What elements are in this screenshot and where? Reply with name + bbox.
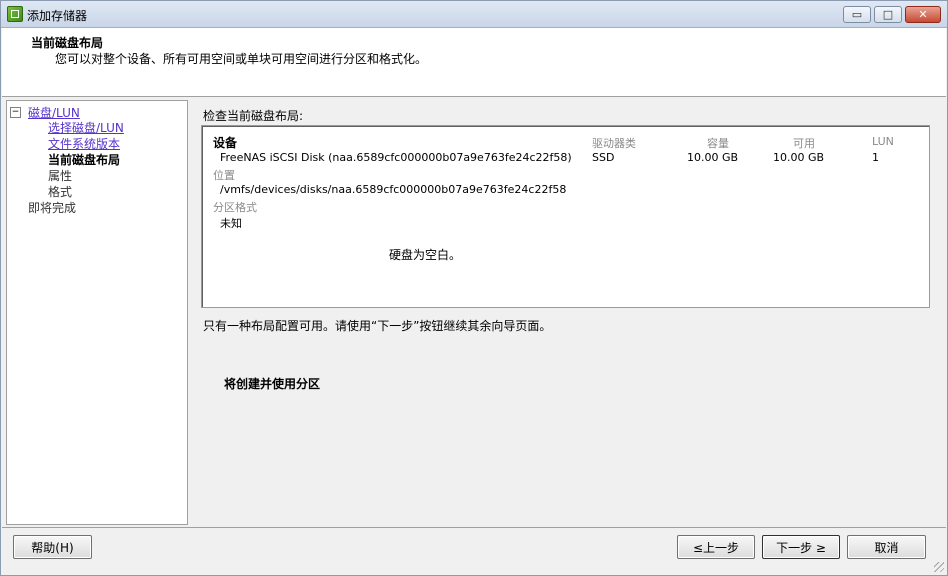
cancel-button[interactable]: 取消 xyxy=(847,535,926,559)
add-storage-window: 添加存储器 ▭ □ ✕ 当前磁盘布局 您可以对整个设备、所有可用空间或单块可用空… xyxy=(0,0,948,576)
nav-item-current-layout: 当前磁盘布局 xyxy=(48,153,121,167)
nav-item-select-disk[interactable]: 选择磁盘/LUN xyxy=(48,119,124,136)
disk-empty-message: 硬盘为空白。 xyxy=(389,248,462,262)
nav-item-ready-to-complete: 即将完成 xyxy=(28,201,77,215)
maximize-button[interactable]: □ xyxy=(874,6,902,23)
col-drive-type: 驱动器类 xyxy=(592,137,636,150)
app-icon xyxy=(7,6,23,22)
minimize-button[interactable]: ▭ xyxy=(843,6,871,23)
footer-divider xyxy=(2,527,946,528)
nav-item-fs-version[interactable]: 文件系统版本 xyxy=(48,135,120,152)
device-capacity: 10.00 GB xyxy=(687,151,739,164)
collapse-icon[interactable]: − xyxy=(10,107,21,118)
nav-item-format: 格式 xyxy=(48,185,73,199)
back-button[interactable]: ≤上一步 xyxy=(677,535,755,559)
device-available: 10.00 GB xyxy=(773,151,825,164)
minimize-icon: ▭ xyxy=(851,8,863,21)
device-drive-type: SSD xyxy=(592,151,615,164)
device-name: FreeNAS iSCSI Disk (naa.6589cfc000000b07… xyxy=(220,151,572,164)
create-partition-label: 将创建并使用分区 xyxy=(224,377,321,391)
nav-item-properties: 属性 xyxy=(48,169,73,183)
wizard-header: 当前磁盘布局 您可以对整个设备、所有可用空间或单块可用空间进行分区和格式化。 xyxy=(2,28,946,97)
layout-note: 只有一种布局配置可用。请使用“下一步”按钮继续其余向导页面。 xyxy=(203,319,552,333)
close-button[interactable]: ✕ xyxy=(905,6,941,23)
location-value: /vmfs/devices/disks/naa.6589cfc000000b07… xyxy=(220,183,567,196)
help-button[interactable]: 帮助(H) xyxy=(13,535,92,559)
page-subtitle: 您可以对整个设备、所有可用空间或单块可用空间进行分区和格式化。 xyxy=(55,52,428,66)
location-label: 位置 xyxy=(213,169,235,182)
col-lun: LUN xyxy=(872,135,894,148)
col-available: 可用 xyxy=(793,137,815,150)
page-title: 当前磁盘布局 xyxy=(31,36,104,50)
close-icon: ✕ xyxy=(918,8,928,21)
col-capacity: 容量 xyxy=(707,137,729,150)
next-button[interactable]: 下一步 ≥ xyxy=(762,535,840,559)
device-lun: 1 xyxy=(872,151,879,164)
title-bar[interactable]: 添加存储器 ▭ □ ✕ xyxy=(1,1,947,28)
resize-grip[interactable] xyxy=(934,562,944,572)
window-title: 添加存储器 xyxy=(27,9,88,23)
disk-layout-panel: 设备 驱动器类 容量 可用 LUN FreeNAS iSCSI Disk (na… xyxy=(201,125,930,308)
section-label: 检查当前磁盘布局: xyxy=(203,109,304,123)
col-device: 设备 xyxy=(213,136,238,150)
partition-value: 未知 xyxy=(220,217,242,230)
partition-label: 分区格式 xyxy=(213,201,257,214)
wizard-nav-tree: − 磁盘/LUN 选择磁盘/LUN 文件系统版本 当前磁盘布局 属性 格式 即将… xyxy=(6,100,188,525)
maximize-icon: □ xyxy=(882,8,894,21)
